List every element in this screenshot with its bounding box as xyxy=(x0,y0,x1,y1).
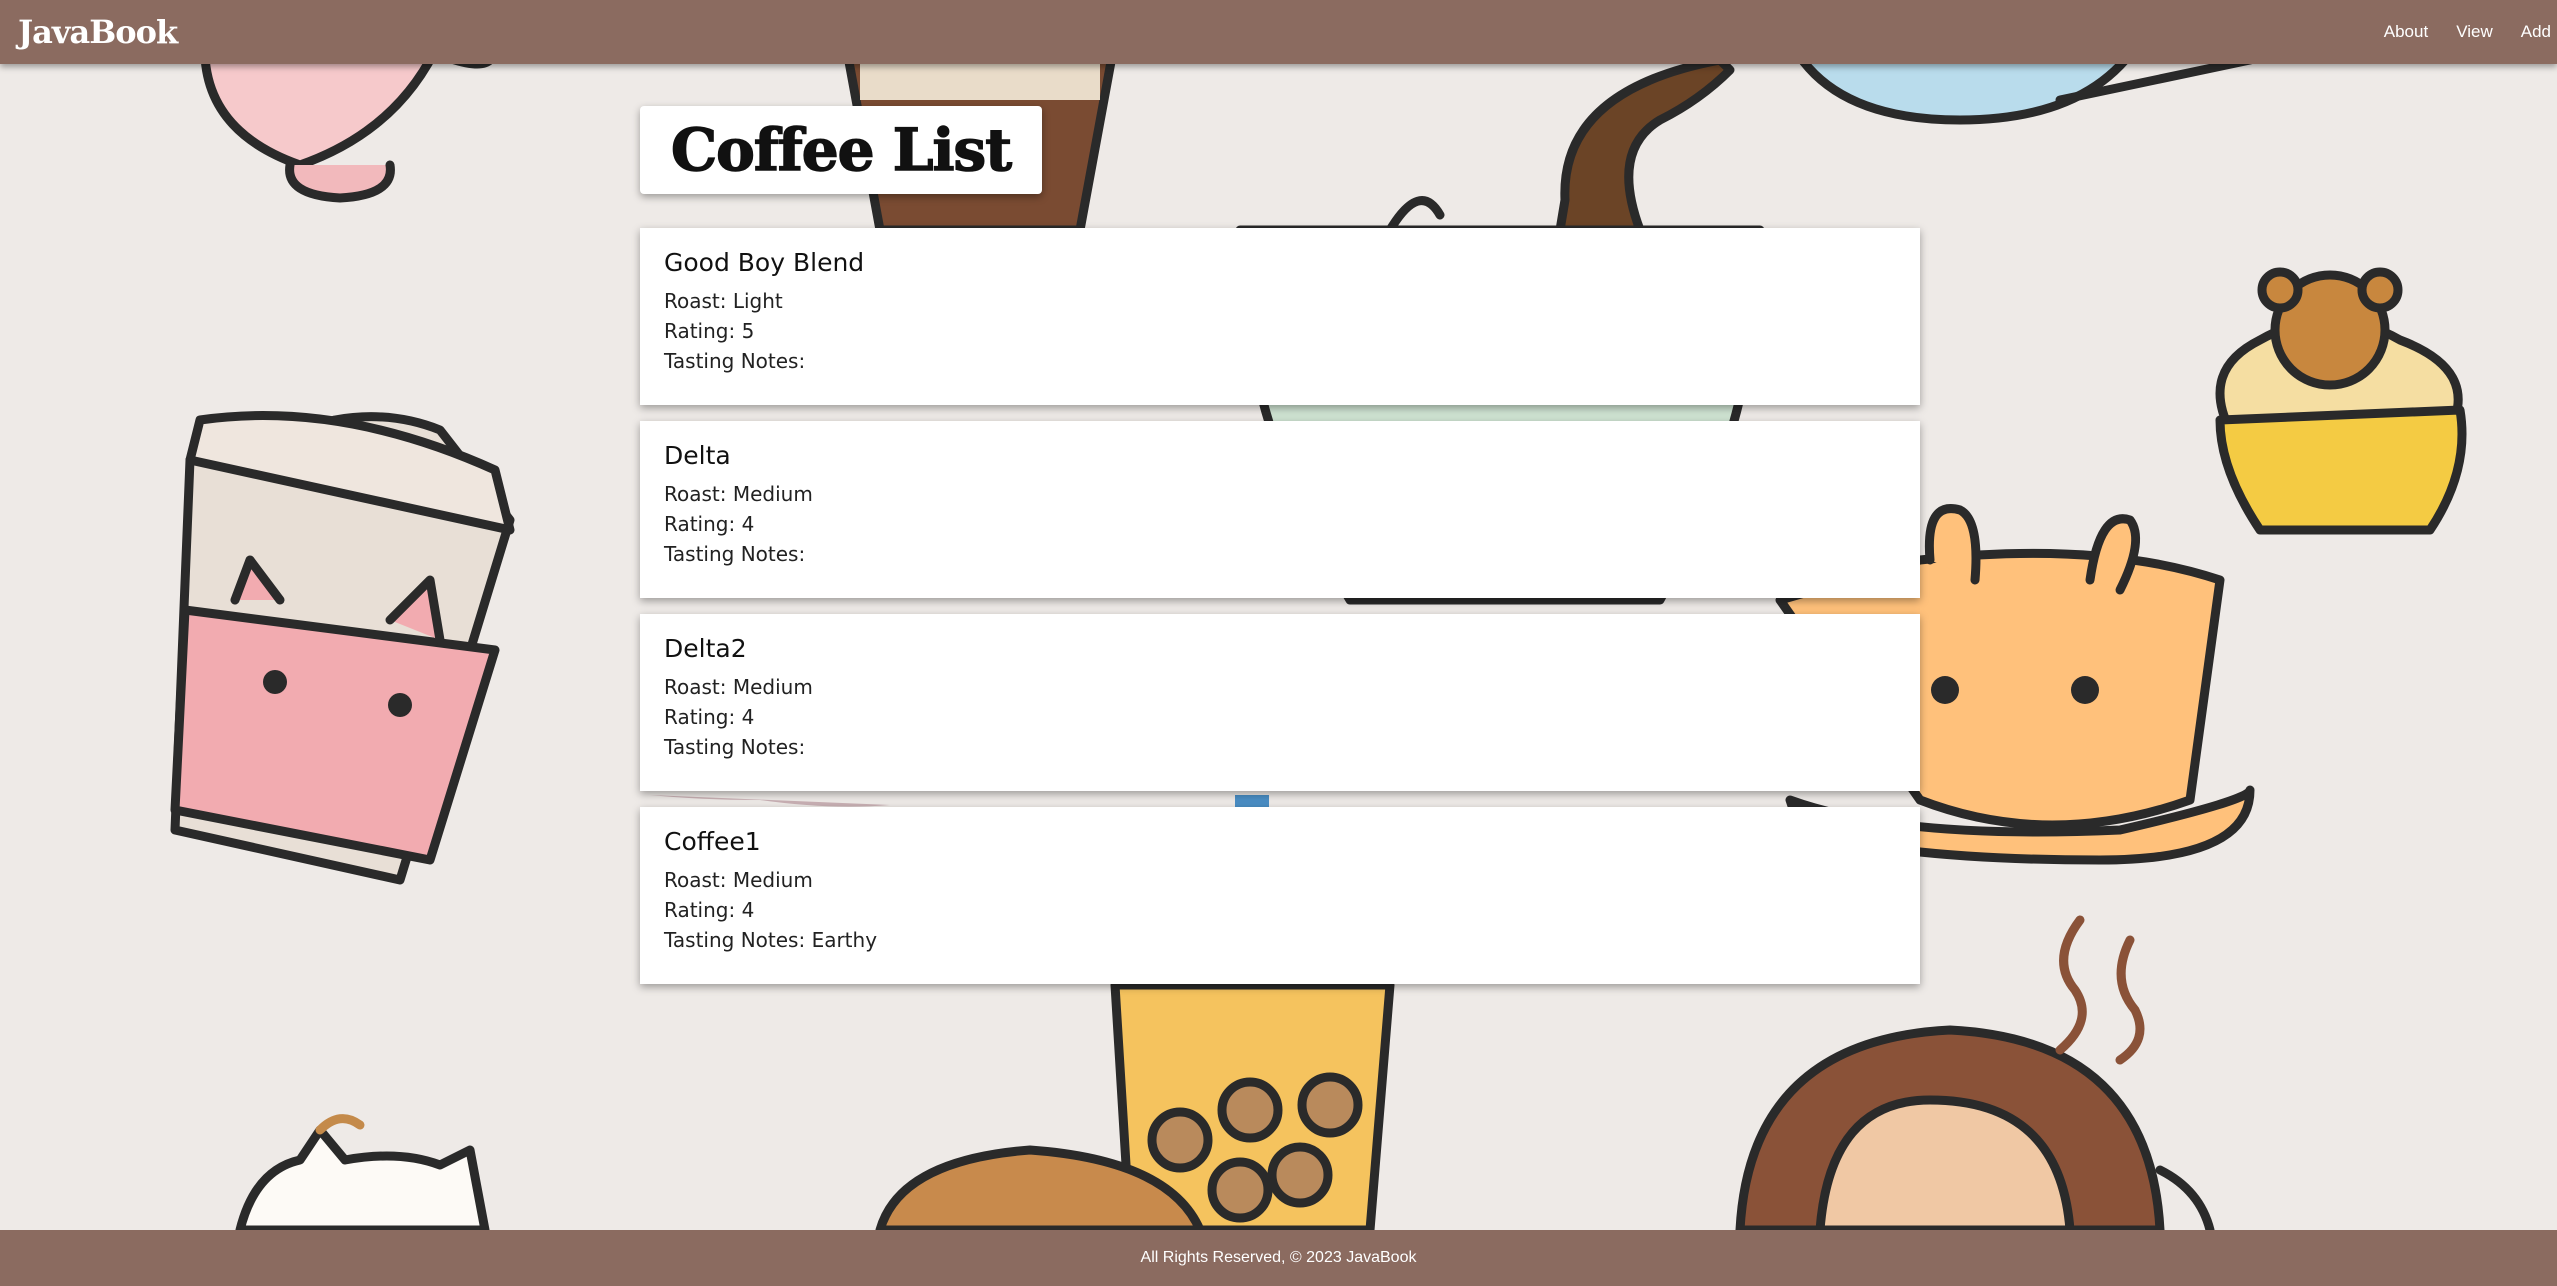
coffee-roast: Roast: Medium xyxy=(664,482,813,506)
footer-copyright: All Rights Reserved, © 2023 JavaBook xyxy=(1140,1249,1417,1266)
brand-logo[interactable]: JavaBook xyxy=(18,10,178,54)
coffee-roast: Roast: Light xyxy=(664,289,783,313)
coffee-name: Delta xyxy=(664,441,731,470)
nav-link-about[interactable]: About xyxy=(2384,22,2428,42)
page-footer: All Rights Reserved, © 2023 JavaBook xyxy=(0,1230,2557,1286)
coffee-roast: Roast: Medium xyxy=(664,868,813,892)
coffee-name: Coffee1 xyxy=(664,827,761,856)
coffee-rating: Rating: 4 xyxy=(664,512,755,536)
coffee-tasting-notes: Tasting Notes: xyxy=(664,735,806,759)
coffee-card[interactable]: Coffee1 Roast: Medium Rating: 4 Tasting … xyxy=(640,807,1920,984)
nav-link-add[interactable]: Add xyxy=(2521,22,2551,42)
coffee-tasting-notes: Tasting Notes: xyxy=(664,542,806,566)
coffee-tasting-notes: Tasting Notes: xyxy=(664,349,806,373)
page-title-box: Coffee List xyxy=(640,106,1042,194)
coffee-name: Good Boy Blend xyxy=(664,248,865,277)
coffee-card[interactable]: Delta2 Roast: Medium Rating: 4 Tasting N… xyxy=(640,614,1920,791)
coffee-name: Delta2 xyxy=(664,634,747,663)
coffee-card[interactable]: Delta Roast: Medium Rating: 4 Tasting No… xyxy=(640,421,1920,598)
nav-menu: About View Add xyxy=(2384,0,2557,64)
coffee-rating: Rating: 5 xyxy=(664,319,755,343)
coffee-tasting-notes: Tasting Notes: Earthy xyxy=(664,928,878,952)
coffee-roast: Roast: Medium xyxy=(664,675,813,699)
coffee-rating: Rating: 4 xyxy=(664,705,755,729)
page-title: Coffee List xyxy=(670,115,1013,185)
coffee-rating: Rating: 4 xyxy=(664,898,755,922)
coffee-list: Good Boy Blend Roast: Light Rating: 5 Ta… xyxy=(640,228,1920,1000)
top-navbar: JavaBook About View Add xyxy=(0,0,2557,64)
nav-link-view[interactable]: View xyxy=(2456,22,2493,42)
coffee-card[interactable]: Good Boy Blend Roast: Light Rating: 5 Ta… xyxy=(640,228,1920,405)
